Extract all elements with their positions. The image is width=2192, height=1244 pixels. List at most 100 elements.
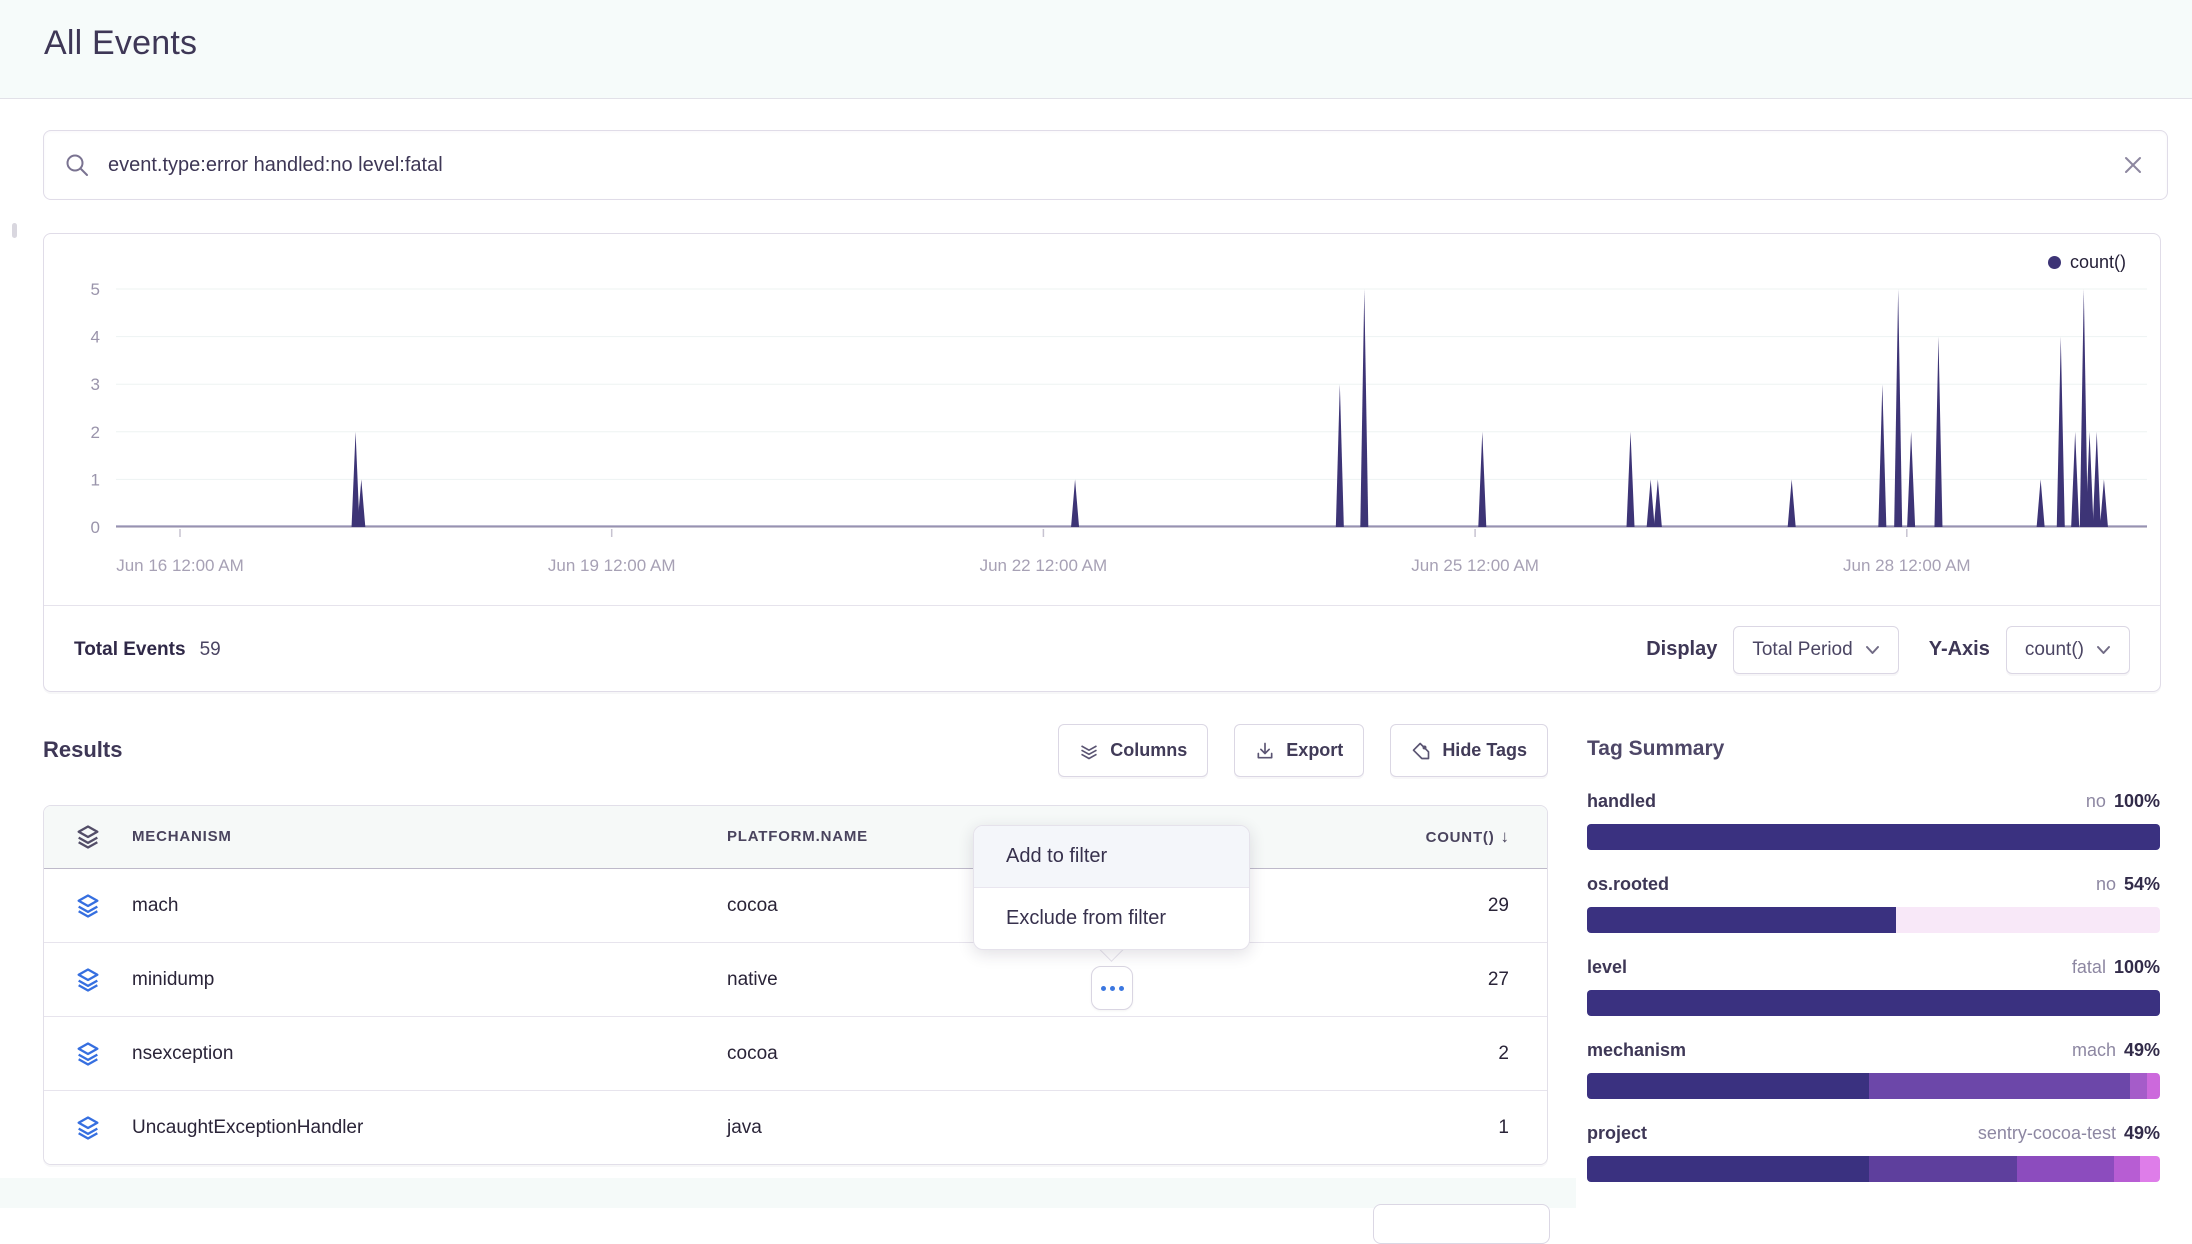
search-icon [64, 152, 90, 178]
chevron-down-icon [2096, 645, 2111, 655]
tag-name: level [1587, 957, 1627, 978]
export-button-label: Export [1286, 740, 1343, 761]
hide-tags-button[interactable]: Hide Tags [1390, 724, 1548, 777]
display-dropdown[interactable]: Total Period [1733, 626, 1898, 674]
table-row: minidump native 27 [44, 943, 1547, 1017]
pagination-buttons[interactable] [1373, 1204, 1550, 1244]
display-label: Display [1646, 638, 1717, 661]
export-button[interactable]: Export [1234, 724, 1364, 777]
page-header-band: All Events [0, 0, 2192, 99]
columns-button[interactable]: Columns [1058, 724, 1208, 777]
tag-bar-segment[interactable] [2147, 1073, 2160, 1099]
columns-button-label: Columns [1110, 740, 1187, 761]
y-axis-label: 0 [91, 518, 100, 537]
tag-bar-segment[interactable] [1587, 907, 1896, 933]
table-header-row: MECHANISM PLATFORM.NAME COUNT() ↓ [44, 806, 1547, 869]
search-input[interactable] [106, 153, 2121, 178]
chart-spike [1647, 479, 1655, 527]
tag-name: os.rooted [1587, 874, 1669, 895]
cell-count: 1 [1498, 1117, 1509, 1139]
chart-spike [1788, 479, 1796, 527]
tag-row-project: project sentry-cocoa-test49% [1587, 1123, 2160, 1182]
stack-icon-blue [74, 966, 102, 994]
tag-top-value: mach [2072, 1040, 2116, 1061]
tag-distribution-bar[interactable] [1587, 1073, 2160, 1099]
chart-spike [1894, 289, 1902, 527]
tag-icon [1411, 741, 1431, 761]
clear-search-icon[interactable] [2121, 153, 2145, 177]
tag-distribution-bar[interactable] [1587, 907, 2160, 933]
tag-bar-segment[interactable] [2114, 1156, 2140, 1182]
cell-mechanism: minidump [132, 969, 214, 990]
tag-bar-segment[interactable] [1869, 1073, 2130, 1099]
chart-footer: Total Events 59 Display Total Period Y-A… [44, 605, 2160, 693]
cell-platform: cocoa [727, 1043, 778, 1064]
chart-spike [1878, 384, 1886, 527]
column-header-platform[interactable]: PLATFORM.NAME [727, 828, 868, 845]
ellipsis-dot [1101, 986, 1106, 991]
download-icon [1255, 741, 1275, 761]
search-bar[interactable] [43, 130, 2168, 200]
total-events-label: Total Events [74, 639, 186, 661]
page-background-strip [0, 1178, 1576, 1208]
tag-distribution-bar[interactable] [1587, 990, 2160, 1016]
cell-mechanism: UncaughtExceptionHandler [132, 1117, 363, 1138]
chart-spike [2037, 479, 2045, 527]
legend-series-dot [2048, 256, 2061, 269]
tag-bar-segment[interactable] [1587, 824, 2160, 850]
cell-count: 27 [1488, 969, 1509, 991]
tag-bar-segment[interactable] [1587, 990, 2160, 1016]
cell-count: 2 [1498, 1043, 1509, 1065]
tag-row-level: level fatal100% [1587, 957, 2160, 1016]
tag-bar-segment[interactable] [1587, 1073, 1869, 1099]
x-axis-label: Jun 28 12:00 AM [1843, 556, 1971, 575]
tag-name: mechanism [1587, 1040, 1686, 1061]
x-axis-label: Jun 19 12:00 AM [548, 556, 676, 575]
tag-top-value: no [2096, 874, 2116, 895]
yaxis-dropdown[interactable]: count() [2006, 626, 2130, 674]
tag-row-mechanism: mechanism mach 49% [1587, 1040, 2160, 1099]
tag-bar-segment[interactable] [1869, 1156, 2017, 1182]
tag-name: handled [1587, 791, 1656, 812]
page-title: All Events [44, 24, 197, 63]
menu-item-exclude-from-filter[interactable]: Exclude from filter [974, 888, 1249, 949]
chart-spike [2100, 479, 2108, 527]
tag-percent: 49% [2124, 1040, 2160, 1061]
tag-distribution-bar[interactable] [1587, 824, 2160, 850]
cell-platform: cocoa [727, 895, 778, 916]
x-axis-label: Jun 22 12:00 AM [980, 556, 1108, 575]
table-row: UncaughtExceptionHandler java 1 [44, 1091, 1547, 1164]
chart-legend[interactable]: count() [2048, 252, 2126, 273]
y-axis-label: 5 [91, 280, 100, 299]
tag-bar-segment[interactable] [1896, 907, 2160, 933]
column-header-count[interactable]: COUNT() ↓ [1329, 827, 1547, 847]
chart-spike [1336, 384, 1344, 527]
y-axis-label: 4 [91, 328, 100, 347]
tag-distribution-bar[interactable] [1587, 1156, 2160, 1182]
menu-item-add-to-filter[interactable]: Add to filter [974, 826, 1249, 888]
tag-percent: 54% [2124, 874, 2160, 895]
cell-mechanism: nsexception [132, 1043, 233, 1064]
tag-name: project [1587, 1123, 1647, 1144]
tag-summary-heading: Tag Summary [1587, 737, 1724, 761]
cell-platform: java [727, 1117, 762, 1138]
tag-bar-segment[interactable] [1587, 1156, 1869, 1182]
tag-bar-segment[interactable] [2130, 1073, 2147, 1099]
columns-stack-icon [1079, 741, 1099, 761]
drag-handle[interactable] [12, 223, 17, 238]
tag-bar-segment[interactable] [2140, 1156, 2160, 1182]
results-heading: Results [43, 737, 122, 763]
ellipsis-dot [1119, 986, 1124, 991]
row-actions-ellipsis-button[interactable] [1091, 966, 1133, 1010]
y-axis-label: 3 [91, 375, 100, 394]
display-dropdown-value: Total Period [1752, 639, 1852, 661]
x-axis-label: Jun 16 12:00 AM [116, 556, 244, 575]
ellipsis-dot [1110, 986, 1115, 991]
column-header-mechanism[interactable]: MECHANISM [132, 828, 232, 845]
context-menu: Add to filter Exclude from filter [973, 825, 1250, 950]
cell-count: 29 [1488, 895, 1509, 917]
stack-icon-blue [74, 1114, 102, 1142]
stack-icon [74, 823, 102, 851]
tag-bar-segment[interactable] [2017, 1156, 2114, 1182]
total-events-value: 59 [200, 639, 221, 661]
